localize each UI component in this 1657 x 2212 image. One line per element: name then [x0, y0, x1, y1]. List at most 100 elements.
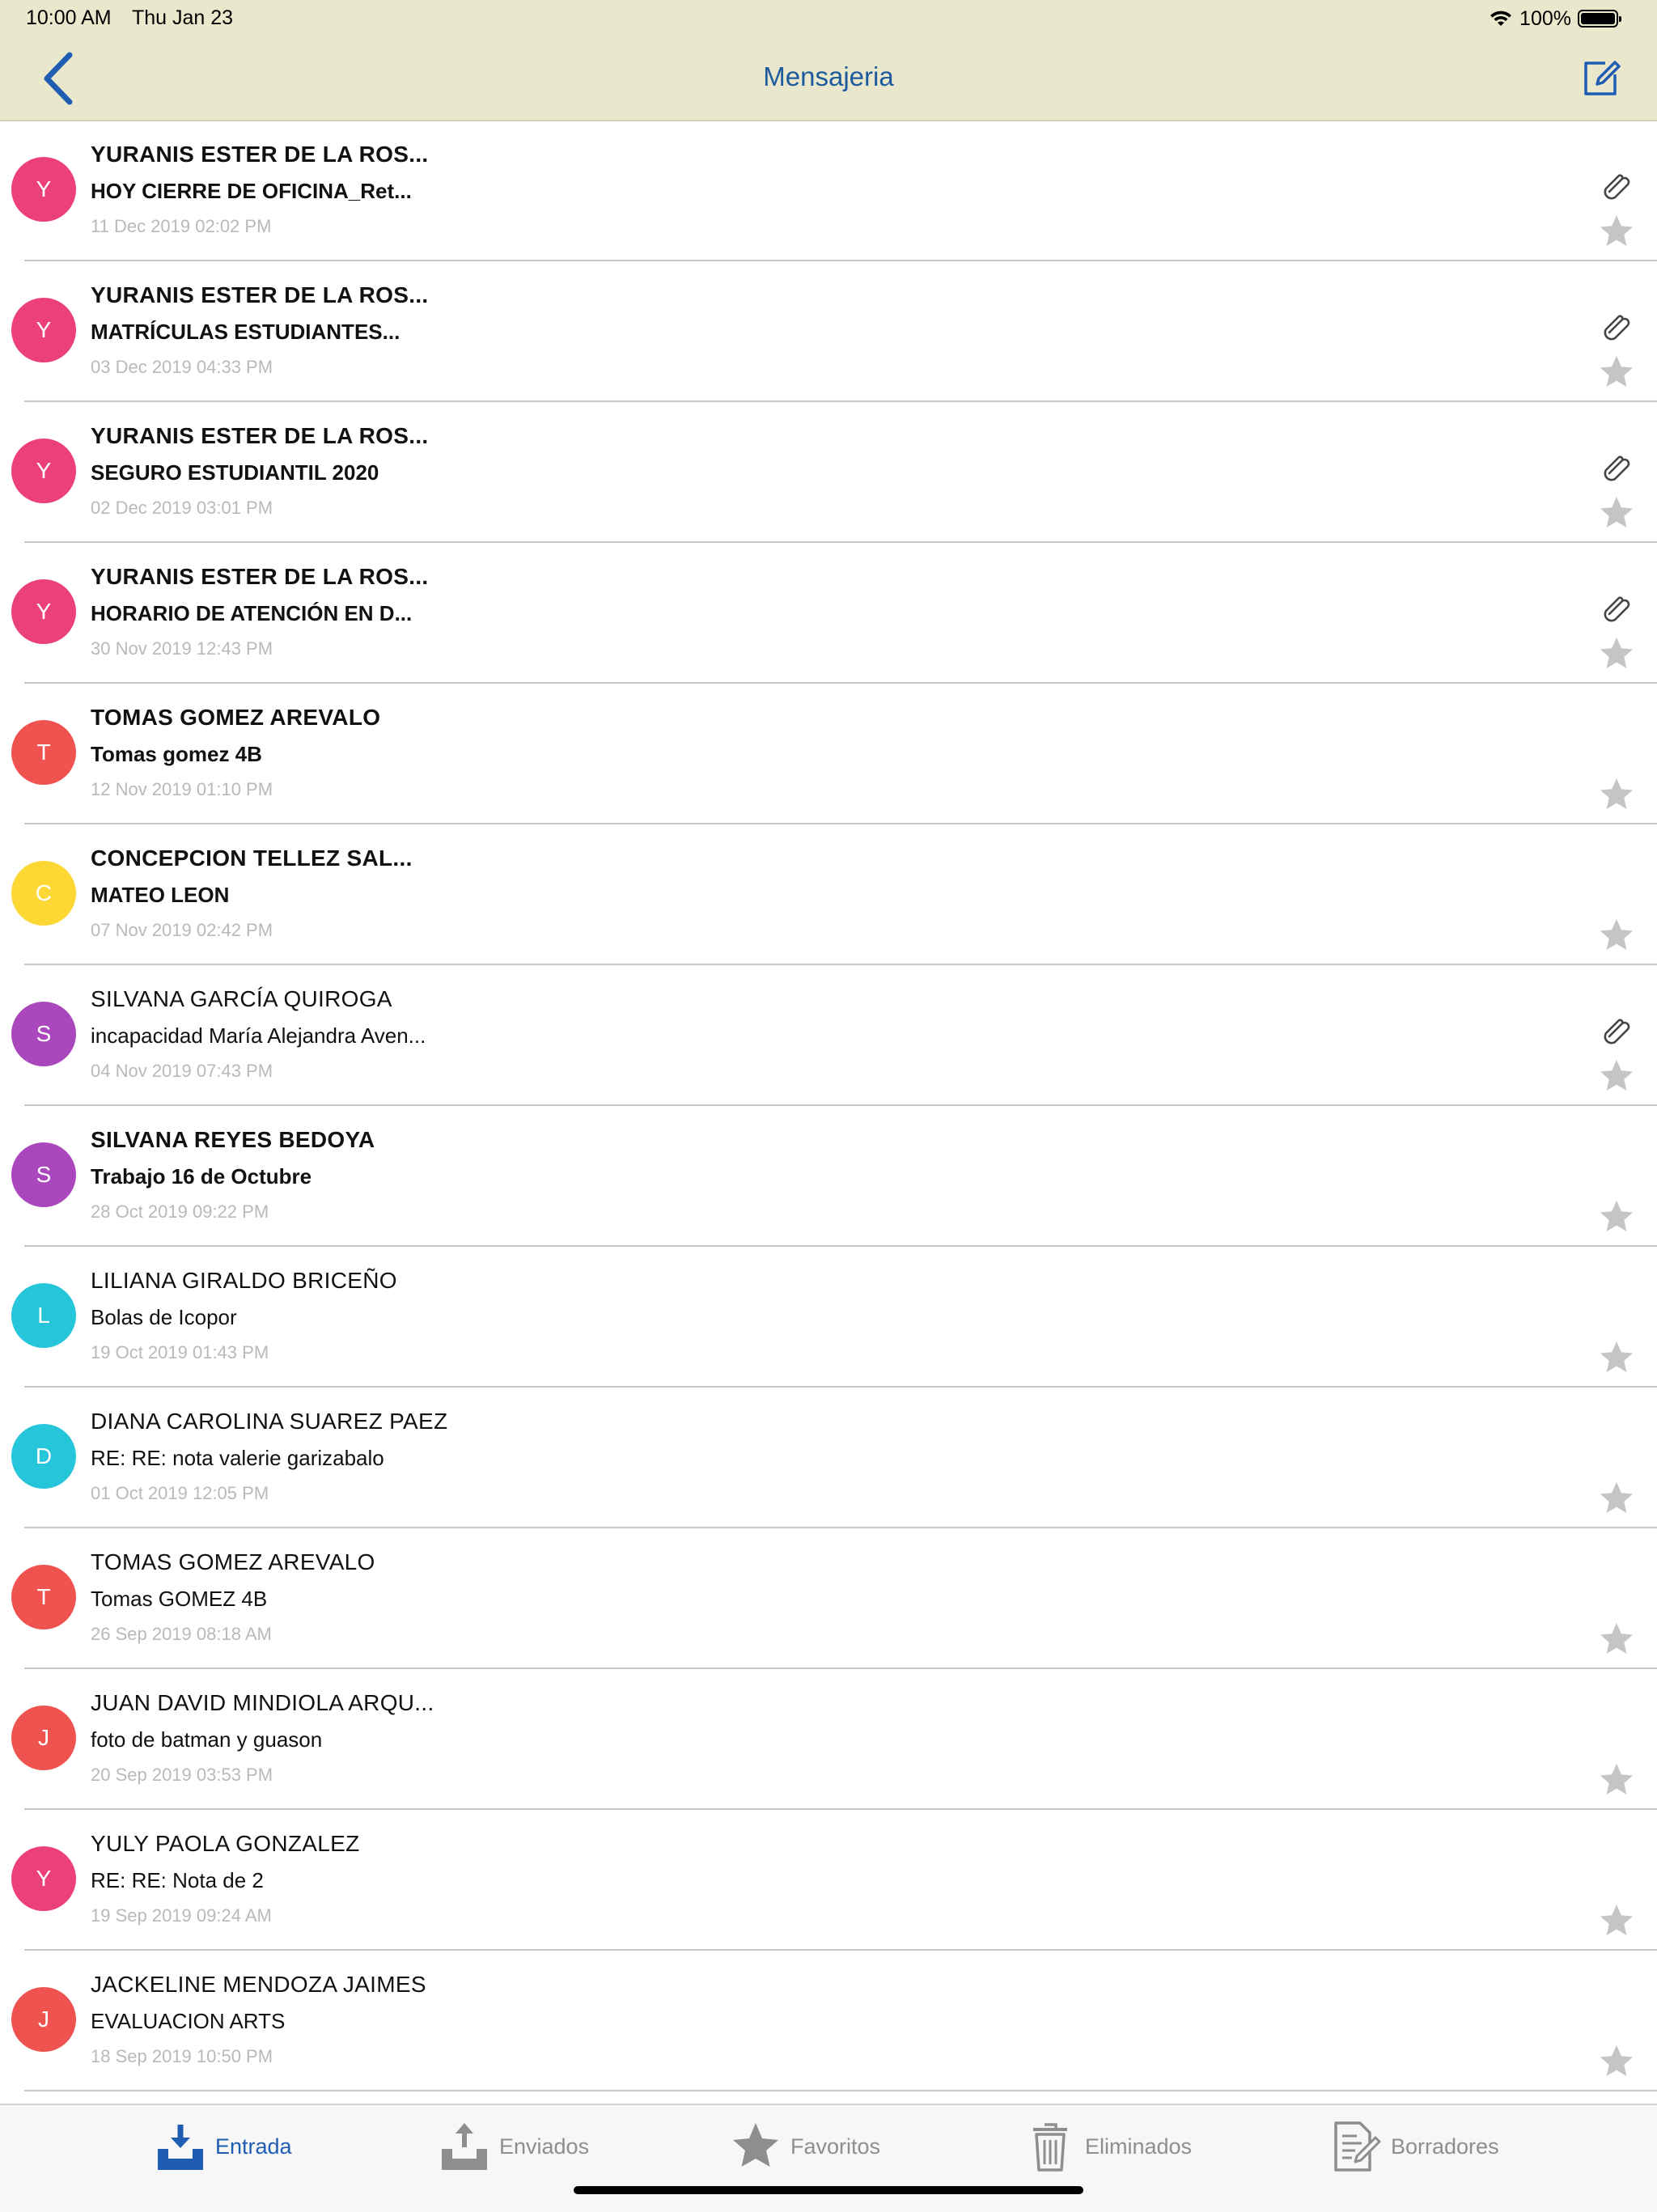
paperclip-icon [1604, 456, 1630, 481]
battery-percent: 100% [1519, 6, 1571, 30]
battery-icon [1578, 10, 1621, 28]
star-icon[interactable] [1598, 354, 1635, 391]
paperclip-icon [1604, 315, 1630, 341]
message-date: 26 Sep 2019 08:18 AM [91, 1624, 272, 1644]
tab-label: Enviados [499, 2134, 590, 2159]
avatar: S [11, 1002, 76, 1066]
tab-label: Entrada [215, 2134, 292, 2159]
message-sender: TOMAS GOMEZ AREVALO [91, 705, 381, 730]
star-icon[interactable] [1598, 2043, 1635, 2080]
message-row[interactable]: J JACKELINE MENDOZA JAIMES EVALUACION AR… [0, 1951, 1657, 2091]
avatar: D [11, 1424, 76, 1489]
message-subject: incapacidad María Alejandra Aven... [91, 1023, 426, 1048]
message-date: 12 Nov 2019 01:10 PM [91, 779, 273, 799]
tab-favoritos[interactable]: Favoritos [731, 2118, 880, 2175]
avatar-initial: J [38, 1725, 49, 1750]
paperclip-icon [1604, 1019, 1630, 1045]
message-sender: YURANIS ESTER DE LA ROS... [91, 564, 429, 589]
status-time: 10:00 AM [26, 6, 112, 29]
star-icon[interactable] [1598, 1480, 1635, 1517]
star-icon[interactable] [1598, 1339, 1635, 1376]
message-subject: HOY CIERRE DE OFICINA_Ret... [91, 179, 412, 203]
avatar: Y [11, 298, 76, 362]
message-row[interactable]: J JUAN DAVID MINDIOLA ARQU... foto de ba… [0, 1669, 1657, 1810]
message-subject: RE: RE: nota valerie garizabalo [91, 1446, 384, 1470]
message-subject: Tomas gomez 4B [91, 742, 262, 766]
message-sender: DIANA CAROLINA SUAREZ PAEZ [91, 1409, 448, 1434]
trash-icon [1033, 2123, 1067, 2172]
star-icon[interactable] [1598, 1621, 1635, 1658]
message-row[interactable]: T TOMAS GOMEZ AREVALO Tomas gomez 4B 12 … [0, 684, 1657, 824]
status-date: Thu Jan 23 [132, 6, 234, 29]
tab-label: Eliminados [1085, 2134, 1193, 2159]
star-icon[interactable] [1598, 1761, 1635, 1799]
message-list: Y YURANIS ESTER DE LA ROS... HOY CIERRE … [0, 121, 1657, 2091]
avatar-initial: J [38, 2006, 49, 2032]
avatar-initial: T [36, 739, 51, 765]
tab-eliminados[interactable]: Eliminados [1025, 2118, 1192, 2175]
avatar: Y [11, 157, 76, 222]
tab-enviados[interactable]: Enviados [439, 2118, 589, 2175]
avatar-initial: Y [36, 1866, 52, 1891]
star-icon[interactable] [1598, 494, 1635, 532]
star-icon[interactable] [1598, 1902, 1635, 1939]
message-row[interactable]: C CONCEPCION TELLEZ SAL... MATEO LEON 07… [0, 824, 1657, 965]
star-icon[interactable] [1598, 1198, 1635, 1235]
compose-button[interactable] [1581, 57, 1621, 99]
avatar-initial: C [35, 880, 53, 905]
message-subject: EVALUACION ARTS [91, 2009, 286, 2033]
navigation-bar: 10:00 AM Thu Jan 23 100% Mensajeria [0, 0, 1657, 121]
message-date: 11 Dec 2019 02:02 PM [91, 216, 272, 236]
avatar: Y [11, 439, 76, 503]
avatar-initial: S [36, 1021, 52, 1046]
message-row[interactable]: L LILIANA GIRALDO BRICEÑO Bolas de Icopo… [0, 1247, 1657, 1388]
paperclip-icon [1604, 174, 1630, 200]
message-row[interactable]: Y YULY PAOLA GONZALEZ RE: RE: Nota de 2 … [0, 1810, 1657, 1951]
tab-entrada[interactable]: Entrada [155, 2118, 292, 2175]
avatar-initial: T [36, 1584, 51, 1609]
message-sender: SILVANA GARCÍA QUIROGA [91, 986, 392, 1011]
message-sender: TOMAS GOMEZ AREVALO [91, 1549, 375, 1574]
message-date: 19 Sep 2019 09:24 AM [91, 1905, 272, 1926]
message-sender: JUAN DAVID MINDIOLA ARQU... [91, 1690, 434, 1715]
message-subject: RE: RE: Nota de 2 [91, 1868, 264, 1892]
avatar: Y [11, 579, 76, 644]
star-icon[interactable] [1598, 917, 1635, 954]
message-sender: CONCEPCION TELLEZ SAL... [91, 845, 413, 871]
message-row[interactable]: Y YURANIS ESTER DE LA ROS... SEGURO ESTU… [0, 402, 1657, 543]
star-icon[interactable] [1598, 213, 1635, 250]
message-row[interactable]: S SILVANA GARCÍA QUIROGA incapacidad Mar… [0, 965, 1657, 1106]
message-row[interactable]: Y YURANIS ESTER DE LA ROS... HORARIO DE … [0, 543, 1657, 684]
star-icon[interactable] [1598, 1057, 1635, 1095]
avatar: S [11, 1142, 76, 1207]
message-date: 03 Dec 2019 04:33 PM [91, 357, 273, 377]
tab-borradores[interactable]: Borradores [1331, 2118, 1499, 2175]
message-row[interactable]: Y YURANIS ESTER DE LA ROS... HOY CIERRE … [0, 121, 1657, 261]
message-row[interactable]: D DIANA CAROLINA SUAREZ PAEZ RE: RE: not… [0, 1388, 1657, 1528]
avatar-initial: Y [36, 176, 52, 201]
message-row[interactable]: S SILVANA REYES BEDOYA Trabajo 16 de Oct… [0, 1106, 1657, 1247]
draft-document-icon [1334, 2121, 1381, 2172]
message-sender: JACKELINE MENDOZA JAIMES [91, 1972, 426, 1997]
tab-label: Favoritos [790, 2134, 881, 2159]
message-sender: YURANIS ESTER DE LA ROS... [91, 423, 429, 448]
paperclip-icon [1604, 596, 1630, 622]
message-date: 07 Nov 2019 02:42 PM [91, 920, 273, 940]
message-subject: Tomas GOMEZ 4B [91, 1587, 268, 1611]
message-row[interactable]: T TOMAS GOMEZ AREVALO Tomas GOMEZ 4B 26 … [0, 1528, 1657, 1669]
star-icon [733, 2123, 778, 2167]
message-sender: YURANIS ESTER DE LA ROS... [91, 282, 429, 307]
row-divider [24, 2090, 1657, 2091]
message-sender: YULY PAOLA GONZALEZ [91, 1831, 360, 1856]
star-icon[interactable] [1598, 776, 1635, 813]
outbox-upload-icon [442, 2123, 487, 2170]
message-date: 04 Nov 2019 07:43 PM [91, 1061, 273, 1081]
message-date: 20 Sep 2019 03:53 PM [91, 1765, 273, 1785]
avatar: Y [11, 1846, 76, 1911]
star-icon[interactable] [1598, 635, 1635, 672]
message-subject: SEGURO ESTUDIANTIL 2020 [91, 460, 379, 485]
wifi-icon [1490, 11, 1512, 26]
message-subject: Bolas de Icopor [91, 1305, 237, 1329]
message-sender: YURANIS ESTER DE LA ROS... [91, 142, 429, 167]
message-row[interactable]: Y YURANIS ESTER DE LA ROS... MATRÍCULAS … [0, 261, 1657, 402]
